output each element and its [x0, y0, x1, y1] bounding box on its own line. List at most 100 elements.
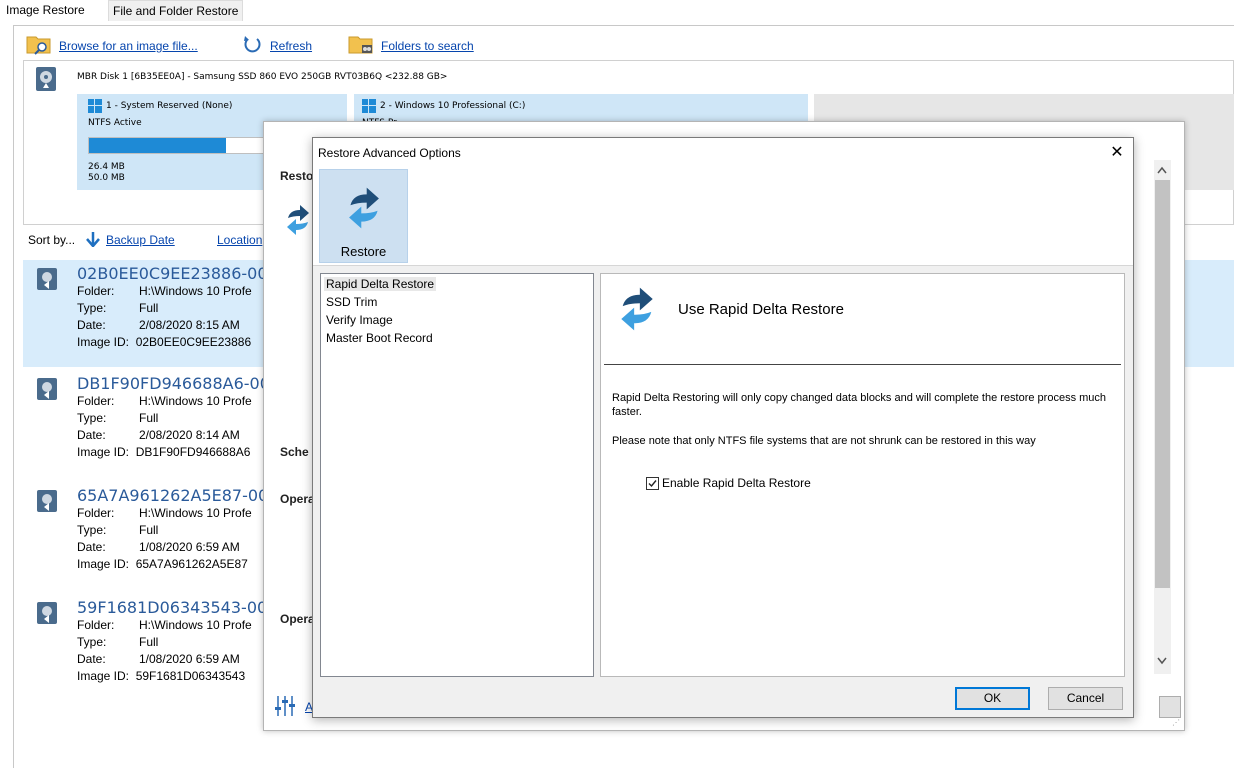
dialog-title: Restore Advanced Options — [318, 146, 461, 160]
folders-search-icon[interactable] — [348, 33, 376, 55]
folders-to-search-link[interactable]: Folders to search — [381, 39, 474, 53]
type-key: Type: — [77, 301, 107, 315]
folder-key: Folder: — [77, 506, 115, 520]
folder-value: H:\Windows 10 Profe — [139, 618, 252, 632]
image-id-value: 02B0EE0C9EE23886 — [135, 335, 252, 349]
image-id-value: 65A7A961262A5E87 — [135, 557, 248, 571]
sliders-icon[interactable] — [274, 695, 296, 717]
restore-ribbon-button[interactable]: Restore — [319, 169, 408, 263]
folder-key: Folder: — [77, 394, 115, 408]
option-ssd-trim[interactable]: SSD Trim — [326, 295, 377, 309]
option-rapid-delta-restore[interactable]: Rapid Delta Restore — [324, 277, 437, 291]
content-title: Use Rapid Delta Restore — [678, 301, 844, 318]
partition-2-name: 2 - Windows 10 Professional (C:) — [380, 101, 526, 111]
image-id-value: DB1F90FD946688A6 — [135, 445, 251, 459]
scrollbar-thumb[interactable] — [1155, 180, 1170, 588]
windows-icon — [88, 99, 102, 113]
divider — [604, 364, 1121, 365]
scroll-up-icon[interactable] — [1157, 166, 1167, 174]
restore-arrows-icon — [621, 287, 653, 331]
image-id-value: 59F1681D06343543 — [135, 669, 246, 683]
cancel-button[interactable]: Cancel — [1048, 687, 1123, 710]
checkmark-icon — [648, 479, 657, 487]
date-key: Date: — [77, 318, 106, 332]
disk-header: MBR Disk 1 [6B35EE0A] - Samsung SSD 860 … — [77, 72, 448, 82]
disk-icon — [36, 67, 56, 91]
date-key: Date: — [77, 652, 106, 666]
option-master-boot-record[interactable]: Master Boot Record — [326, 331, 433, 345]
restore-arrows-icon — [287, 205, 309, 235]
backup-image-icon — [37, 490, 57, 512]
operations-section-label: Opera — [280, 492, 315, 506]
folder-value: H:\Windows 10 Profe — [139, 284, 252, 298]
image-id-key: Image ID: — [77, 445, 130, 459]
operations-section-label: Opera — [280, 612, 315, 626]
type-key: Type: — [77, 523, 107, 537]
backup-title: 65A7A961262A5E87-00 — [77, 486, 269, 505]
partition-1-total: 50.0 MB — [88, 173, 125, 183]
folder-key: Folder: — [77, 284, 115, 298]
restore-arrows-icon — [349, 187, 379, 229]
enable-rapid-delta-label: Enable Rapid Delta Restore — [662, 476, 811, 490]
type-key: Type: — [77, 635, 107, 649]
backup-title: DB1F90FD946688A6-00 — [77, 374, 270, 393]
resize-grip-icon[interactable]: ⋰ — [1172, 718, 1182, 728]
refresh-icon[interactable] — [242, 34, 264, 54]
windows-icon — [362, 99, 376, 113]
date-key: Date: — [77, 540, 106, 554]
partition-1-usage-fill — [89, 138, 226, 153]
tab-file-folder-restore[interactable]: File and Folder Restore — [108, 0, 244, 21]
content-paragraph-2: Please note that only NTFS file systems … — [612, 435, 1036, 447]
partition-1-name: 1 - System Reserved (None) — [106, 101, 233, 111]
date-value: 1/08/2020 6:59 AM — [139, 652, 240, 666]
backup-title: 02B0EE0C9EE23886-00- — [77, 264, 274, 283]
browse-image-link[interactable]: Browse for an image file... — [59, 39, 198, 53]
sort-label: Sort by... — [28, 233, 76, 247]
image-id-key: Image ID: — [77, 557, 130, 571]
restore-ribbon-label: Restore — [340, 244, 387, 259]
scroll-down-icon[interactable] — [1157, 657, 1167, 665]
ribbon: Restore — [313, 168, 1133, 266]
sort-location-link[interactable]: Location — [217, 233, 262, 247]
tab-image-restore[interactable]: Image Restore — [2, 0, 89, 21]
behind-button[interactable] — [1159, 696, 1181, 718]
content-paragraph-1: Rapid Delta Restoring will only copy cha… — [612, 392, 1107, 418]
sort-bar: Sort by... — [28, 233, 75, 247]
dialog-titlebar[interactable]: Restore Advanced Options ✕ — [313, 138, 1133, 168]
schedule-section-label: Sche — [280, 445, 309, 459]
backup-title: 59F1681D06343543-00 — [77, 598, 268, 617]
folder-value: H:\Windows 10 Profe — [139, 394, 252, 408]
date-key: Date: — [77, 428, 106, 442]
sort-backup-date-link[interactable]: Backup Date — [106, 233, 175, 247]
date-value: 2/08/2020 8:14 AM — [139, 428, 240, 442]
restore-section-label: Resto — [280, 169, 314, 183]
ok-button[interactable]: OK — [955, 687, 1030, 710]
option-content-panel: Use Rapid Delta Restore Rapid Delta Rest… — [600, 273, 1125, 677]
type-value: Full — [139, 523, 159, 537]
partition-1-fs: NTFS Active — [88, 118, 142, 128]
folder-key: Folder: — [77, 618, 115, 632]
enable-rapid-delta-checkbox[interactable] — [646, 476, 659, 490]
refresh-link[interactable]: Refresh — [270, 39, 312, 53]
type-value: Full — [139, 411, 159, 425]
options-list: Rapid Delta Restore SSD Trim Verify Imag… — [320, 273, 594, 677]
close-icon[interactable]: ✕ — [1101, 138, 1133, 168]
backup-image-icon — [37, 378, 57, 400]
browse-folder-icon[interactable] — [26, 33, 54, 55]
restore-advanced-options-dialog: Restore Advanced Options ✕ Restore Rapid… — [312, 137, 1134, 718]
date-value: 1/08/2020 6:59 AM — [139, 540, 240, 554]
image-id-key: Image ID: — [77, 669, 130, 683]
backup-image-icon — [37, 268, 57, 290]
partition-1-used: 26.4 MB — [88, 162, 125, 172]
tab-strip: Image Restore File and Folder Restore — [0, 0, 1234, 22]
folder-value: H:\Windows 10 Profe — [139, 506, 252, 520]
enable-rapid-delta-row[interactable]: Enable Rapid Delta Restore — [646, 476, 811, 490]
backup-image-icon — [37, 602, 57, 624]
image-id-key: Image ID: — [77, 335, 130, 349]
type-value: Full — [139, 301, 159, 315]
option-verify-image[interactable]: Verify Image — [326, 313, 393, 327]
sort-down-arrow-icon — [86, 232, 100, 247]
type-key: Type: — [77, 411, 107, 425]
type-value: Full — [139, 635, 159, 649]
date-value: 2/08/2020 8:15 AM — [139, 318, 240, 332]
